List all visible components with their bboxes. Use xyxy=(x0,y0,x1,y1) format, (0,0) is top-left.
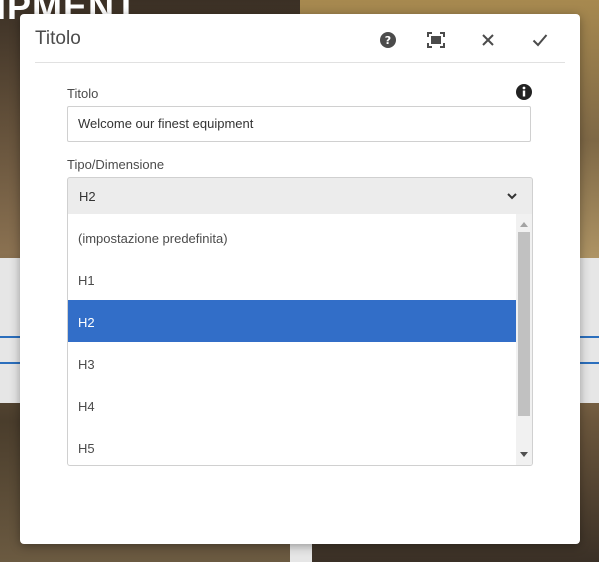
option-h2[interactable]: H2 xyxy=(68,300,516,342)
option-default[interactable]: (impostazione predefinita) xyxy=(68,216,516,258)
dialog-title: Titolo xyxy=(35,28,81,49)
scroll-down-arrow-icon[interactable] xyxy=(520,452,528,457)
close-icon xyxy=(482,34,494,46)
option-h3[interactable]: H3 xyxy=(68,342,516,384)
type-options-list: (impostazione predefinita) H1 H2 H3 H4 H… xyxy=(67,214,533,466)
option-label: H3 xyxy=(78,357,95,372)
option-label: H1 xyxy=(78,273,95,288)
title-dialog: Titolo ? Titolo Welcome our finest equip… xyxy=(20,14,580,544)
title-field-label: Titolo xyxy=(67,86,99,101)
option-label: H2 xyxy=(78,315,95,330)
scroll-up-arrow-icon[interactable] xyxy=(520,222,528,227)
help-button[interactable]: ? xyxy=(375,27,401,53)
option-label: H4 xyxy=(78,399,95,414)
fullscreen-button[interactable] xyxy=(423,27,449,53)
fullscreen-icon xyxy=(427,32,445,48)
title-input[interactable]: Welcome our finest equipment xyxy=(67,106,531,142)
help-icon: ? xyxy=(380,32,396,48)
option-h5[interactable]: H5 xyxy=(68,426,516,465)
option-h1[interactable]: H1 xyxy=(68,258,516,300)
chevron-down-icon xyxy=(507,193,517,200)
done-button[interactable] xyxy=(527,27,553,53)
option-h4[interactable]: H4 xyxy=(68,384,516,426)
type-field-label: Tipo/Dimensione xyxy=(67,157,165,172)
list-scrollbar[interactable] xyxy=(516,214,532,465)
info-icon[interactable] xyxy=(515,83,533,101)
svg-text:?: ? xyxy=(385,34,391,47)
header-divider xyxy=(35,62,565,63)
dialog-header: Titolo ? xyxy=(20,14,580,64)
option-label: H5 xyxy=(78,441,95,456)
scrollbar-thumb[interactable] xyxy=(518,232,530,416)
type-select-value: H2 xyxy=(79,189,96,204)
type-select[interactable]: H2 xyxy=(67,177,533,215)
check-icon xyxy=(532,34,548,47)
close-button[interactable] xyxy=(475,27,501,53)
option-label: (impostazione predefinita) xyxy=(78,231,228,246)
